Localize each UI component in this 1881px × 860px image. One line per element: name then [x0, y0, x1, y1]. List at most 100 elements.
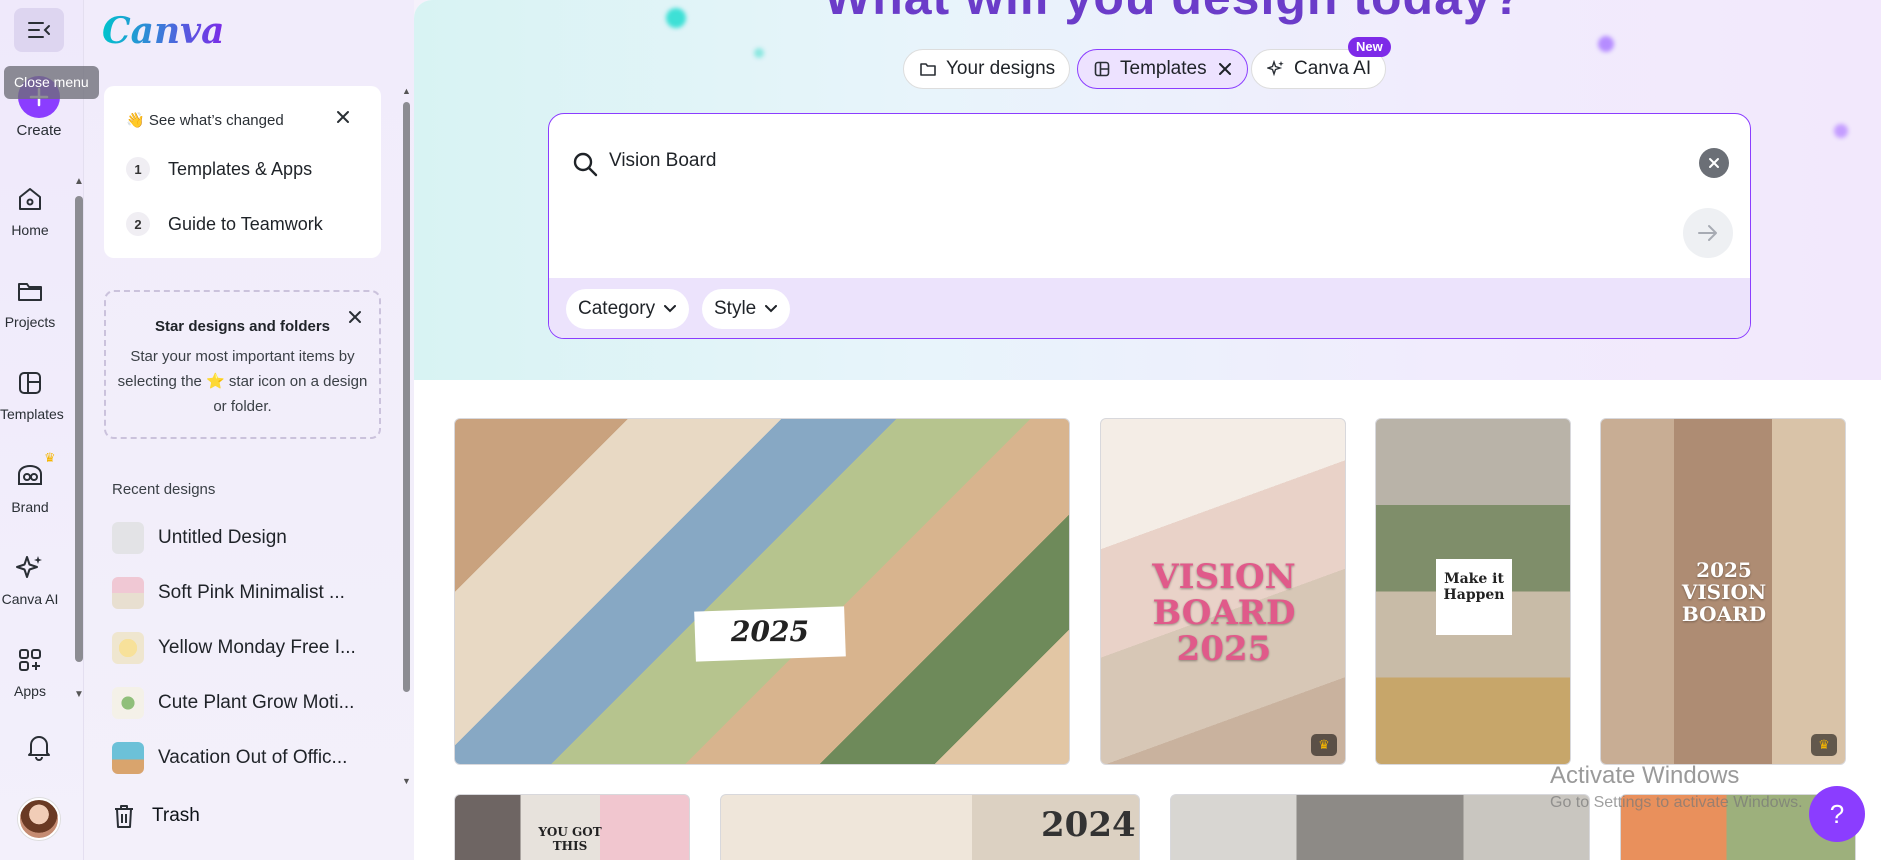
design-thumbnail	[112, 577, 144, 609]
step-label: Guide to Teamwork	[168, 213, 323, 234]
template-result-tile[interactable]: 2025	[454, 418, 1070, 765]
arrow-right-icon	[1698, 225, 1717, 241]
create-label: Create	[16, 122, 62, 139]
style-filter-dropdown[interactable]: Style	[702, 289, 791, 329]
recent-design-label: Vacation Out of Offic...	[158, 747, 348, 768]
scrollbar-thumb[interactable]	[75, 196, 83, 662]
folder-icon	[13, 274, 47, 308]
clear-search-button[interactable]	[1699, 148, 1729, 178]
windows-activation-title: Activate Windows	[1550, 762, 1740, 789]
template-result-tile[interactable]: YOU GOT THIS	[454, 794, 690, 860]
home-icon	[13, 182, 47, 216]
recent-design-label: Untitled Design	[158, 527, 287, 548]
design-thumbnail	[112, 522, 144, 554]
recent-design-label: Yellow Monday Free I...	[158, 637, 356, 658]
rail-item-label: Canva AI	[1, 591, 59, 607]
chevron-down-icon	[764, 302, 778, 316]
templates-icon	[1092, 59, 1112, 79]
template-result-tile[interactable]: 2024	[720, 794, 1140, 860]
template-result-tile[interactable]: VISION BOARD 2025 ♛	[1100, 418, 1346, 765]
recent-design-label: Soft Pink Minimalist ...	[158, 582, 345, 603]
recent-design-item[interactable]: Vacation Out of Offic...	[112, 738, 347, 778]
rail-item-label: Home	[11, 222, 49, 238]
close-icon	[337, 111, 349, 123]
templates-icon	[13, 366, 47, 400]
submit-search-button[interactable]	[1683, 208, 1733, 258]
tile-caption: 2025 VISION BOARD	[1681, 558, 1767, 626]
sparkle-icon	[1266, 59, 1286, 79]
rail-item-projects[interactable]: Projects	[0, 274, 60, 330]
apps-icon	[13, 643, 47, 677]
category-filter-dropdown[interactable]: Category	[566, 289, 690, 329]
scrollbar-thumb[interactable]	[403, 102, 410, 692]
trash-icon	[112, 802, 136, 830]
rail-scrollbar[interactable]: ▲ ▼	[74, 176, 84, 700]
search-input[interactable]: Vision Board	[609, 150, 716, 172]
template-result-tile[interactable]: 2025 VISION BOARD ♛	[1600, 418, 1846, 765]
sparkle-decoration	[754, 48, 764, 58]
tab-label: Canva AI	[1294, 58, 1372, 79]
step-label: Templates & Apps	[168, 158, 313, 179]
filter-label: Style	[714, 298, 757, 319]
star-tip-card: Star designs and folders Star your most …	[104, 290, 381, 439]
close-icon	[349, 311, 361, 323]
rail-item-brand[interactable]: Brand	[0, 459, 60, 515]
rail-item-home[interactable]: Home	[0, 182, 60, 238]
recent-designs-title: Recent designs	[112, 481, 216, 498]
windows-activation-subtitle: Go to Settings to activate Windows.	[1550, 794, 1803, 811]
rail-item-templates[interactable]: Templates	[0, 366, 64, 422]
template-result-tile[interactable]	[1170, 794, 1590, 860]
panel-scrollbar[interactable]: ▲ ▼	[400, 86, 412, 786]
help-button[interactable]: ?	[1809, 786, 1865, 842]
premium-crown-icon: ♛	[1311, 734, 1337, 756]
star-tip-title: Star designs and folders	[154, 318, 331, 335]
sparkle-decoration	[1598, 36, 1614, 52]
tab-label: Your designs	[946, 58, 1056, 79]
tile-caption: VISION BOARD 2025	[1152, 557, 1296, 669]
step-guide-teamwork[interactable]: 2 Guide to Teamwork	[126, 212, 323, 236]
close-whats-changed-button[interactable]	[332, 106, 354, 128]
scroll-down-icon[interactable]: ▼	[402, 776, 411, 786]
tile-caption: 2025	[731, 615, 809, 648]
crown-icon: ♛	[44, 450, 56, 465]
star-tip-body: Star your most important items by select…	[117, 348, 368, 415]
trash-item[interactable]: Trash	[112, 802, 200, 830]
scroll-up-icon[interactable]: ▲	[74, 176, 84, 187]
design-thumbnail	[112, 742, 144, 774]
canva-logo[interactable]: Canva	[102, 10, 224, 52]
tile-caption: 2024	[1041, 805, 1136, 845]
brand-icon	[13, 459, 47, 493]
clear-filter-close-icon[interactable]	[1217, 61, 1233, 77]
rail-item-apps[interactable]: Apps	[0, 643, 60, 699]
recent-design-item[interactable]: Cute Plant Grow Moti...	[112, 683, 354, 723]
scroll-down-icon[interactable]: ▼	[74, 689, 84, 700]
template-result-tile[interactable]: Make it Happen	[1375, 418, 1571, 765]
step-templates-apps[interactable]: 1 Templates & Apps	[126, 157, 312, 181]
hero-title: What will you design today?	[824, 0, 1523, 26]
recent-design-item[interactable]: Yellow Monday Free I...	[112, 628, 356, 668]
sparkle-decoration	[666, 8, 686, 28]
premium-crown-icon: ♛	[1811, 734, 1837, 756]
question-icon: ?	[1829, 798, 1845, 829]
collapse-menu-button[interactable]	[14, 8, 64, 52]
tab-label: Templates	[1120, 58, 1207, 79]
step-number: 2	[126, 212, 150, 236]
hero-banner: What will you design today? Your designs…	[414, 0, 1881, 380]
sparkle-icon	[13, 551, 47, 585]
whats-changed-card: 👋 See what’s changed 1 Templates & Apps …	[104, 86, 381, 258]
rail-item-canva-ai[interactable]: Canva AI	[0, 551, 60, 607]
scroll-up-icon[interactable]: ▲	[402, 86, 411, 96]
collapse-menu-tooltip: Close menu	[4, 66, 99, 99]
filter-label: Category	[578, 298, 656, 319]
avatar[interactable]	[18, 798, 60, 840]
tab-your-designs[interactable]: Your designs	[903, 49, 1071, 89]
bell-icon	[28, 736, 50, 761]
recent-design-item[interactable]: Soft Pink Minimalist ...	[112, 573, 345, 613]
tile-caption: Make it Happen	[1443, 571, 1505, 603]
recent-design-item[interactable]: Untitled Design	[112, 518, 287, 558]
close-star-tip-button[interactable]	[344, 306, 366, 328]
notifications-button[interactable]	[22, 730, 56, 764]
main-content: What will you design today? Your designs…	[414, 0, 1881, 860]
tab-templates[interactable]: Templates	[1077, 49, 1248, 89]
step-number: 1	[126, 157, 150, 181]
